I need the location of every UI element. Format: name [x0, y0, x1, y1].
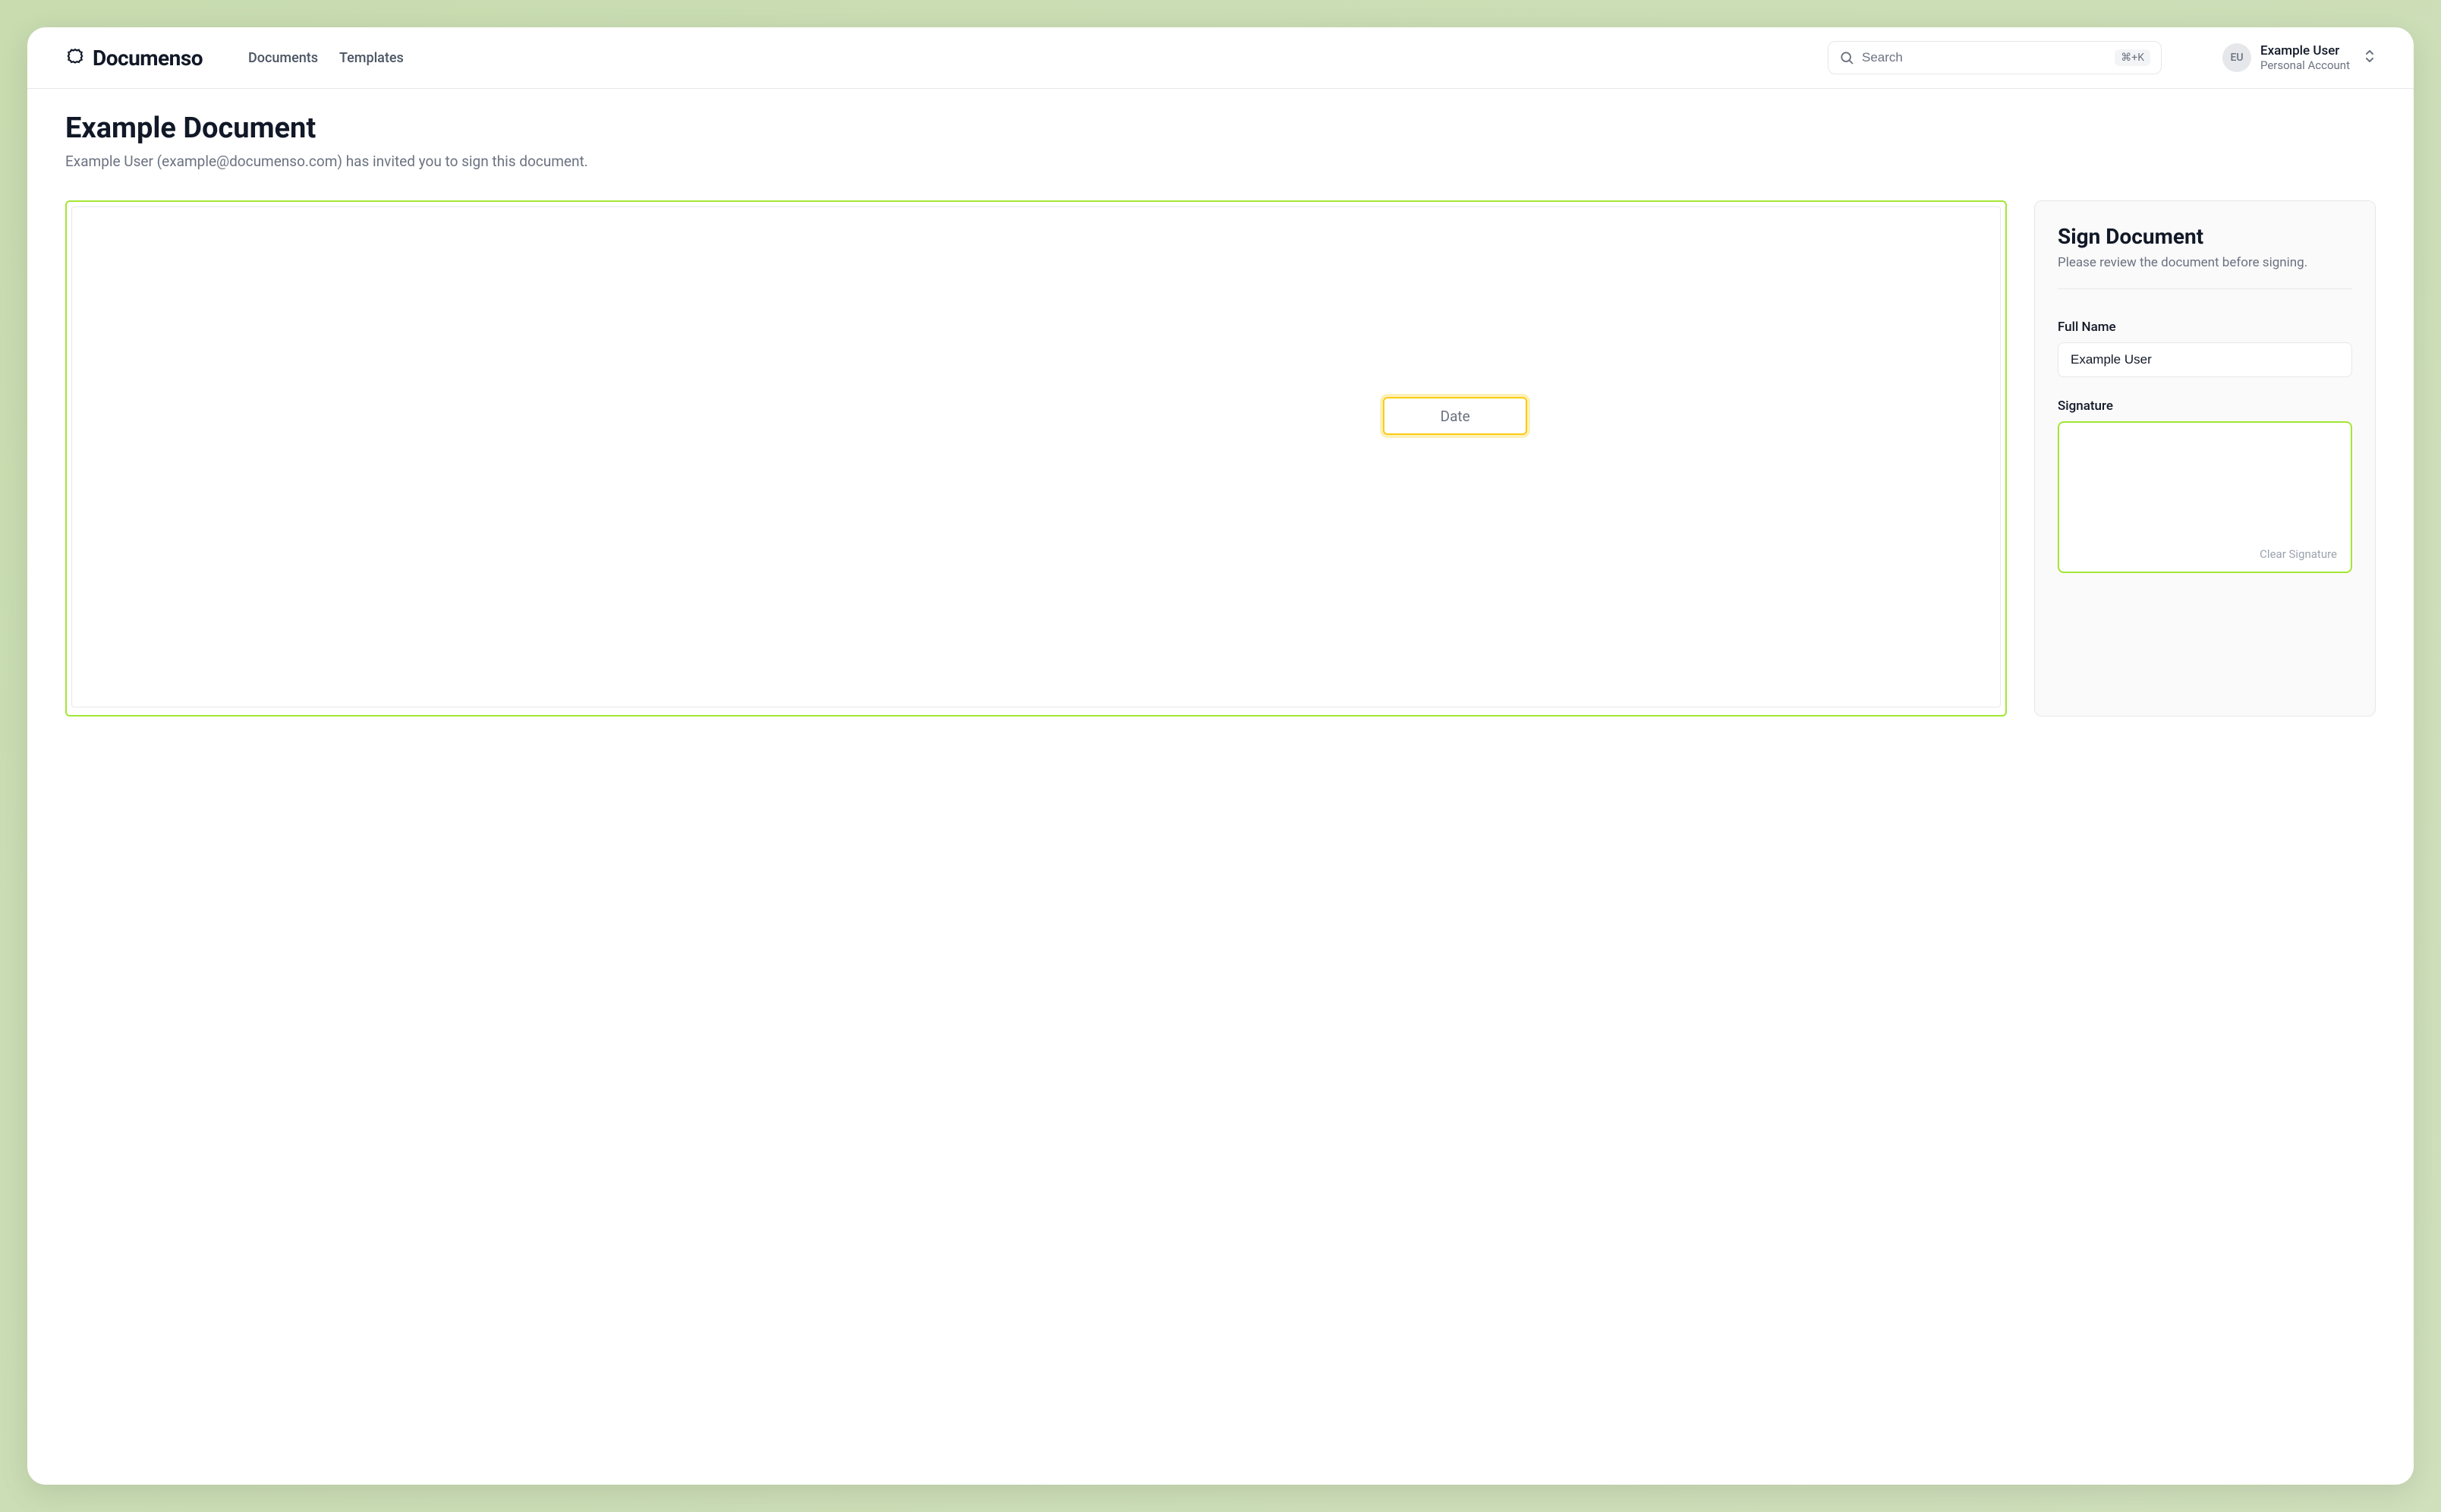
- avatar: EU: [2222, 43, 2251, 72]
- content-area: Example Document Example User (example@d…: [27, 89, 2414, 739]
- date-field[interactable]: Date: [1383, 397, 1527, 435]
- chevron-up-down-icon: [2364, 49, 2376, 67]
- app-header: Documenso Documents Templates ⌘+K EU Exa…: [27, 27, 2414, 89]
- account-name: Example User: [2260, 43, 2350, 58]
- brand-name: Documenso: [93, 46, 203, 71]
- search-input[interactable]: [1862, 50, 2115, 65]
- document-page: Date: [71, 206, 2001, 707]
- nav-templates[interactable]: Templates: [339, 50, 404, 66]
- page-subtitle: Example User (example@documenso.com) has…: [65, 153, 2376, 170]
- main-nav: Documents Templates: [248, 50, 404, 66]
- search-bar[interactable]: ⌘+K: [1828, 41, 2162, 74]
- signature-pad[interactable]: Clear Signature: [2058, 421, 2352, 573]
- account-info: Example User Personal Account: [2260, 43, 2350, 72]
- signature-label: Signature: [2058, 398, 2352, 414]
- full-name-label: Full Name: [2058, 320, 2352, 335]
- sidebar-title: Sign Document: [2058, 224, 2352, 249]
- page-title: Example Document: [65, 112, 2376, 145]
- search-icon: [1839, 50, 1854, 65]
- logo[interactable]: Documenso: [65, 46, 203, 71]
- nav-documents[interactable]: Documents: [248, 50, 318, 66]
- brand-seal-icon: [65, 48, 85, 68]
- account-type: Personal Account: [2260, 58, 2350, 72]
- account-menu[interactable]: EU Example User Personal Account: [2222, 43, 2376, 72]
- search-shortcut: ⌘+K: [2115, 49, 2150, 66]
- sign-sidebar: Sign Document Please review the document…: [2034, 200, 2376, 717]
- main-layout: Date Sign Document Please review the doc…: [65, 200, 2376, 717]
- sidebar-subtitle: Please review the document before signin…: [2058, 255, 2352, 289]
- clear-signature-button[interactable]: Clear Signature: [2260, 547, 2337, 561]
- app-window: Documenso Documents Templates ⌘+K EU Exa…: [27, 27, 2414, 1485]
- document-viewer[interactable]: Date: [65, 200, 2007, 717]
- full-name-field[interactable]: [2058, 342, 2352, 377]
